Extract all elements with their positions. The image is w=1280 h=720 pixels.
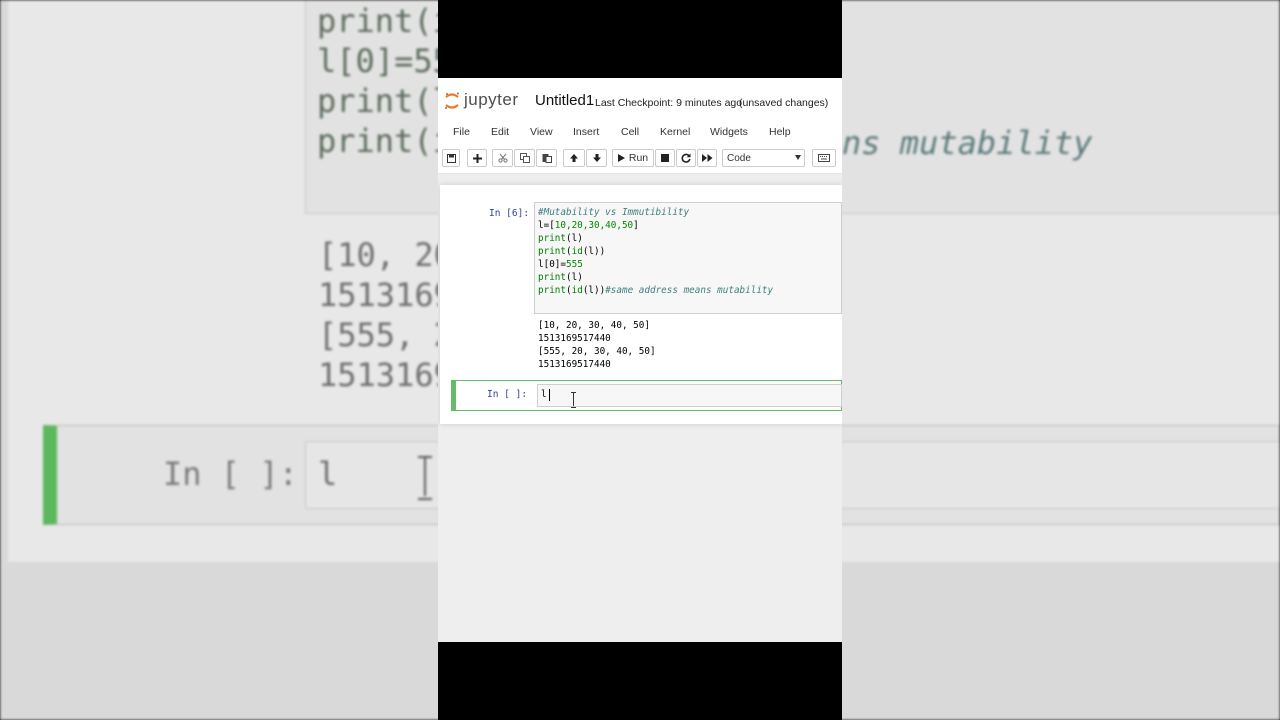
- code-text: l=[: [538, 220, 555, 231]
- scissors-icon: [497, 153, 508, 163]
- run-button[interactable]: Run: [612, 149, 654, 167]
- text-caret: [549, 389, 550, 401]
- code-text: ]: [633, 220, 639, 231]
- code-number: 10,20,30,40,50: [554, 220, 634, 231]
- menu-cell[interactable]: Cell: [621, 126, 639, 138]
- background-code-line: print(l: [317, 82, 452, 120]
- output-line: 1513169517440: [538, 359, 611, 370]
- run-button-label: Run: [628, 152, 649, 164]
- mouse-ibeam-cursor-icon: [571, 392, 577, 408]
- active-code-cell[interactable]: In [ ]: l: [451, 380, 842, 411]
- save-icon: [446, 153, 456, 163]
- menu-file[interactable]: File: [453, 126, 470, 138]
- code-builtin: print: [538, 272, 566, 283]
- plus-icon: [472, 153, 482, 163]
- code-text: l[0]=: [538, 259, 566, 270]
- code-line: print(id(l))#same address means mutabili…: [538, 285, 773, 296]
- input-prompt: In [ ]:: [487, 389, 528, 400]
- interrupt-kernel-button[interactable]: [655, 149, 675, 167]
- cut-button[interactable]: [492, 149, 513, 167]
- code-comment: #Mutability vs Immutibility: [538, 207, 690, 218]
- code-builtin: print: [538, 246, 566, 257]
- arrow-up-icon: [570, 154, 578, 162]
- restart-kernel-button[interactable]: [676, 149, 696, 167]
- unsaved-changes-status: (unsaved changes): [739, 97, 829, 109]
- code-text: (l)): [582, 285, 606, 296]
- background-prompt: In [ ]:: [163, 455, 298, 493]
- restart-icon: [681, 153, 691, 163]
- restart-run-all-button[interactable]: [697, 149, 717, 167]
- background-output-line: 1513169: [318, 356, 453, 394]
- output-line: 1513169517440: [538, 333, 611, 344]
- menu-edit[interactable]: Edit: [491, 126, 509, 138]
- code-line: l[0]=555: [538, 259, 583, 270]
- background-text-cursor-icon: [418, 456, 432, 500]
- code-builtin: id: [571, 285, 583, 296]
- menu-view[interactable]: View: [530, 126, 553, 138]
- output-line: [555, 20, 30, 40, 50]: [538, 346, 656, 357]
- background-output-line: [555, 2: [318, 316, 453, 354]
- jupyter-logo-icon[interactable]: [444, 92, 460, 110]
- paste-icon: [542, 154, 552, 163]
- save-button[interactable]: [442, 149, 460, 167]
- code-builtin: id: [571, 246, 583, 257]
- video-frame: jupyter Untitled1 Last Checkpoint: 9 min…: [438, 0, 842, 720]
- code-line: #Mutability vs Immutibility: [538, 207, 689, 218]
- checkpoint-status: Last Checkpoint: 9 minutes ago: [595, 97, 743, 109]
- background-output-line: [10, 20: [318, 236, 453, 274]
- background-code-line: l[0]=55: [317, 42, 452, 80]
- menubar: File Edit View Insert Cell Kernel Widget…: [438, 122, 842, 144]
- jupyter-logo-text[interactable]: jupyter: [464, 90, 519, 110]
- copy-icon: [519, 153, 530, 163]
- jupyter-notebook-window: jupyter Untitled1 Last Checkpoint: 9 min…: [438, 78, 842, 642]
- code-comment: #same address means mutability: [605, 285, 774, 296]
- move-cell-down-button[interactable]: [586, 149, 607, 167]
- code-text: (l): [566, 272, 583, 283]
- stop-icon: [661, 154, 669, 162]
- command-palette-button[interactable]: [812, 149, 836, 167]
- code-text: (l): [566, 233, 583, 244]
- paste-button[interactable]: [536, 149, 557, 167]
- menu-kernel[interactable]: Kernel: [660, 126, 690, 138]
- background-code-line: print(i: [317, 2, 452, 40]
- code-line: l=[10,20,30,40,50]: [538, 220, 639, 231]
- code-cell-input[interactable]: #Mutability vs Immutibility l=[10,20,30,…: [534, 202, 842, 314]
- insert-cell-button[interactable]: [467, 149, 487, 167]
- notebook-container: In [6]: #Mutability vs Immutibility l=[1…: [440, 185, 842, 424]
- code-builtin: print: [538, 233, 566, 244]
- move-cell-up-button[interactable]: [563, 149, 585, 167]
- cell-input-text: l: [541, 389, 547, 400]
- menu-widgets[interactable]: Widgets: [710, 126, 748, 138]
- notebook-header: jupyter Untitled1 Last Checkpoint: 9 min…: [438, 78, 842, 122]
- background-comment: ns mutability: [842, 124, 1093, 162]
- code-builtin: print: [538, 285, 566, 296]
- menu-help[interactable]: Help: [769, 126, 791, 138]
- code-cell-input[interactable]: l: [537, 384, 842, 407]
- code-line: print(id(l)): [538, 246, 605, 257]
- keyboard-icon: [818, 154, 830, 162]
- arrow-down-icon: [592, 154, 601, 162]
- toolbar: Run Code: [438, 144, 842, 174]
- background-code-line: print(i: [317, 122, 452, 160]
- code-text: (l)): [582, 246, 606, 257]
- background-output-line: 1513169: [318, 276, 453, 314]
- input-prompt: In [6]:: [489, 208, 530, 219]
- code-number: 555: [566, 259, 583, 270]
- notebook-title[interactable]: Untitled1: [535, 92, 594, 109]
- copy-button[interactable]: [514, 149, 535, 167]
- output-line: [10, 20, 30, 40, 50]: [538, 320, 650, 331]
- code-line: print(l): [538, 233, 583, 244]
- cell-type-value: Code: [727, 153, 751, 164]
- chevron-down-icon: [795, 155, 801, 160]
- fast-forward-icon: [701, 154, 712, 162]
- menu-insert[interactable]: Insert: [573, 126, 599, 138]
- cell-type-select[interactable]: Code: [722, 149, 805, 167]
- background-input-text: l: [318, 455, 338, 493]
- code-line: print(l): [538, 272, 583, 283]
- play-icon: [617, 154, 625, 162]
